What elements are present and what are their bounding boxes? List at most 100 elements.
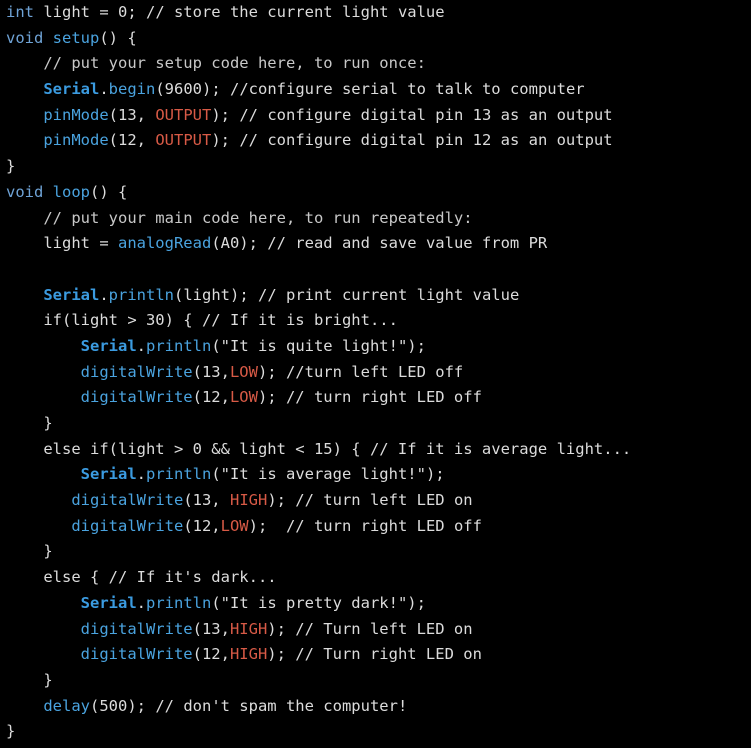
code-token-const: HIGH — [229, 619, 268, 638]
code-token-plain: ); // configure digital pin 13 as an out… — [211, 105, 613, 124]
code-token-plain: . — [136, 465, 146, 484]
code-token-const: LOW — [229, 388, 258, 407]
code-line[interactable]: } — [0, 154, 751, 180]
code-token-plain: ); //turn left LED off — [257, 362, 464, 381]
code-line[interactable]: int light = 0; // store the current ligh… — [0, 0, 751, 26]
code-token-plain: (13, — [192, 362, 230, 381]
code-line[interactable]: Serial.println("It is pretty dark!"); — [0, 591, 751, 617]
code-token-const: HIGH — [229, 491, 268, 510]
code-token-plain: ); // Turn right LED on — [267, 645, 482, 664]
code-token-plain: (13, — [183, 491, 230, 510]
code-line[interactable]: digitalWrite(12,LOW); // turn right LED … — [0, 385, 751, 411]
code-token-type: int — [6, 3, 34, 21]
code-line[interactable]: digitalWrite(13,LOW); //turn left LED of… — [0, 360, 751, 386]
code-token-const: HIGH — [229, 645, 268, 664]
code-token-plain: ("It is quite light!"); — [211, 336, 426, 355]
code-token-plain: } — [6, 157, 16, 176]
code-token-plain: (light); // print current light value — [174, 285, 520, 304]
code-token-plain: () { — [99, 28, 137, 47]
code-token-plain: ); // turn right LED off — [248, 516, 482, 535]
code-token-func: digitalWrite — [80, 388, 193, 407]
code-line[interactable]: light = analogRead(A0); // read and save… — [0, 231, 751, 257]
code-line[interactable]: } — [0, 411, 751, 437]
code-token-plain: (12, — [108, 131, 156, 150]
code-line[interactable]: } — [0, 539, 751, 565]
code-token-plain: (13, — [108, 105, 156, 124]
code-token-type: void — [6, 182, 44, 201]
code-token-plain: () { — [90, 182, 128, 201]
code-token-plain: (12, — [183, 516, 221, 535]
code-token-plain: light = — [6, 234, 118, 253]
code-line[interactable]: } — [0, 668, 751, 694]
code-token-func: analogRead — [117, 234, 212, 253]
code-token-const: OUTPUT — [155, 105, 212, 124]
code-line[interactable]: else if(light > 0 && light < 15) { // If… — [0, 437, 751, 463]
code-token-plain: light = 0; // store the current light va… — [34, 3, 445, 21]
code-line[interactable]: } — [0, 719, 751, 745]
code-token-plain: . — [99, 285, 109, 304]
code-token-plain: (500); // don't spam the computer! — [90, 696, 408, 715]
code-token-plain: (9600); //configure serial to talk to co… — [155, 80, 585, 99]
code-token-func: println — [108, 285, 174, 304]
code-token-plain: ("It is pretty dark!"); — [211, 593, 426, 612]
code-token-plain: (13, — [192, 619, 230, 638]
code-token-func: digitalWrite — [80, 619, 193, 638]
code-line[interactable]: void loop() { — [0, 180, 751, 206]
code-token-plain: . — [136, 593, 146, 612]
code-token-plain: ); // turn left LED on — [267, 491, 473, 510]
code-token-plain: if(light > 30) { // If it is bright... — [6, 311, 398, 330]
code-token-func: pinMode — [43, 105, 109, 124]
code-token-plain: ); // Turn left LED on — [267, 619, 473, 638]
code-token-comment: // put your main code here, to run repea… — [6, 208, 473, 227]
code-token-func: delay — [43, 696, 90, 715]
code-token-func: println — [146, 593, 212, 612]
code-token-plain: } — [6, 722, 16, 741]
code-line[interactable]: pinMode(12, OUTPUT); // configure digita… — [0, 128, 751, 154]
code-token-serial: Serial — [43, 80, 100, 99]
code-token-plain: } — [6, 542, 53, 561]
code-token-plain: (A0); // read and save value from PR — [211, 234, 548, 253]
code-line[interactable]: Serial.println(light); // print current … — [0, 283, 751, 309]
code-token-plain: . — [99, 80, 109, 99]
code-line[interactable]: digitalWrite(13, HIGH); // turn left LED… — [0, 488, 751, 514]
code-line[interactable]: Serial.begin(9600); //configure serial t… — [0, 77, 751, 103]
code-line[interactable]: digitalWrite(12,LOW); // turn right LED … — [0, 514, 751, 540]
code-line[interactable]: Serial.println("It is quite light!"); — [0, 334, 751, 360]
code-token-serial: Serial — [80, 465, 137, 484]
code-line[interactable]: digitalWrite(12,HIGH); // Turn right LED… — [0, 642, 751, 668]
code-token-plain: ); // turn right LED off — [257, 388, 482, 407]
code-token-plain: } — [6, 670, 53, 689]
code-line[interactable] — [0, 257, 751, 283]
code-line[interactable]: Serial.println("It is average light!"); — [0, 462, 751, 488]
code-line[interactable]: void setup() { — [0, 26, 751, 52]
code-token-serial: Serial — [43, 285, 100, 304]
code-line[interactable]: if(light > 30) { // If it is bright... — [0, 308, 751, 334]
code-token-const: LOW — [229, 362, 258, 381]
code-token-plain: else { // If it's dark... — [6, 568, 277, 587]
code-token-plain: } — [6, 414, 53, 432]
code-token-plain: ); // configure digital pin 12 as an out… — [211, 131, 613, 150]
code-line[interactable]: pinMode(13, OUTPUT); // configure digita… — [0, 103, 751, 129]
code-line[interactable]: digitalWrite(13,HIGH); // Turn left LED … — [0, 617, 751, 643]
code-editor[interactable]: int light = 0; // store the current ligh… — [0, 0, 751, 748]
code-line[interactable]: delay(500); // don't spam the computer! — [0, 694, 751, 720]
code-line[interactable]: // put your main code here, to run repea… — [0, 206, 751, 232]
code-token-func: println — [146, 465, 212, 484]
code-token-func: println — [146, 336, 212, 355]
code-line[interactable]: else { // If it's dark... — [0, 565, 751, 591]
code-token-plain: ("It is average light!"); — [211, 465, 445, 484]
code-token-func: digitalWrite — [71, 516, 184, 535]
code-line[interactable]: // put your setup code here, to run once… — [0, 51, 751, 77]
